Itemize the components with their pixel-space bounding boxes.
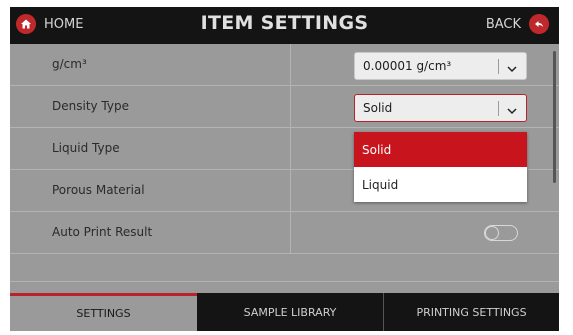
back-arrow-icon bbox=[529, 14, 549, 34]
setting-label: Auto Print Result bbox=[52, 225, 153, 239]
setting-label: Liquid Type bbox=[52, 141, 120, 155]
density-type-dropdown: Solid Liquid bbox=[354, 132, 527, 202]
density-type-select-value: Solid bbox=[363, 101, 393, 115]
setting-row-density-type: Density Type Solid bbox=[10, 86, 559, 128]
setting-row-unit: g/cm³ 0.00001 g/cm³ bbox=[10, 44, 559, 86]
setting-label: Density Type bbox=[52, 99, 129, 113]
empty-row bbox=[10, 254, 559, 282]
toggle-knob bbox=[485, 226, 499, 240]
app-window: HOME ITEM SETTINGS BACK g/cm³ 0.00001 g/… bbox=[10, 7, 559, 331]
dropdown-option-liquid[interactable]: Liquid bbox=[354, 167, 527, 202]
density-type-select[interactable]: Solid bbox=[354, 94, 527, 122]
setting-label: Porous Material bbox=[52, 183, 145, 197]
column-divider bbox=[290, 44, 291, 86]
setting-label: g/cm³ bbox=[52, 57, 87, 71]
scrollbar[interactable] bbox=[553, 51, 556, 183]
header-bar: HOME ITEM SETTINGS BACK bbox=[10, 7, 559, 44]
column-divider bbox=[290, 128, 291, 170]
setting-row-auto-print: Auto Print Result bbox=[10, 212, 559, 254]
unit-select-value: 0.00001 g/cm³ bbox=[363, 59, 452, 73]
tab-sample-library[interactable]: SAMPLE LIBRARY bbox=[197, 293, 384, 331]
bottom-tab-bar: SETTINGS SAMPLE LIBRARY PRINTING SETTING… bbox=[10, 293, 559, 331]
auto-print-toggle[interactable] bbox=[484, 225, 518, 241]
chevron-down-icon bbox=[506, 60, 518, 79]
column-divider bbox=[290, 212, 291, 254]
column-divider bbox=[290, 170, 291, 212]
select-divider bbox=[498, 59, 499, 74]
column-divider bbox=[290, 86, 291, 128]
back-button[interactable]: BACK bbox=[486, 14, 549, 34]
tab-printing-settings[interactable]: PRINTING SETTINGS bbox=[384, 293, 559, 331]
tab-settings[interactable]: SETTINGS bbox=[10, 293, 197, 331]
chevron-down-icon bbox=[506, 102, 518, 121]
back-label: BACK bbox=[485, 16, 521, 32]
dropdown-option-solid[interactable]: Solid bbox=[354, 132, 527, 167]
unit-select[interactable]: 0.00001 g/cm³ bbox=[354, 52, 527, 80]
page-title: ITEM SETTINGS bbox=[200, 12, 369, 34]
select-divider bbox=[498, 101, 499, 116]
